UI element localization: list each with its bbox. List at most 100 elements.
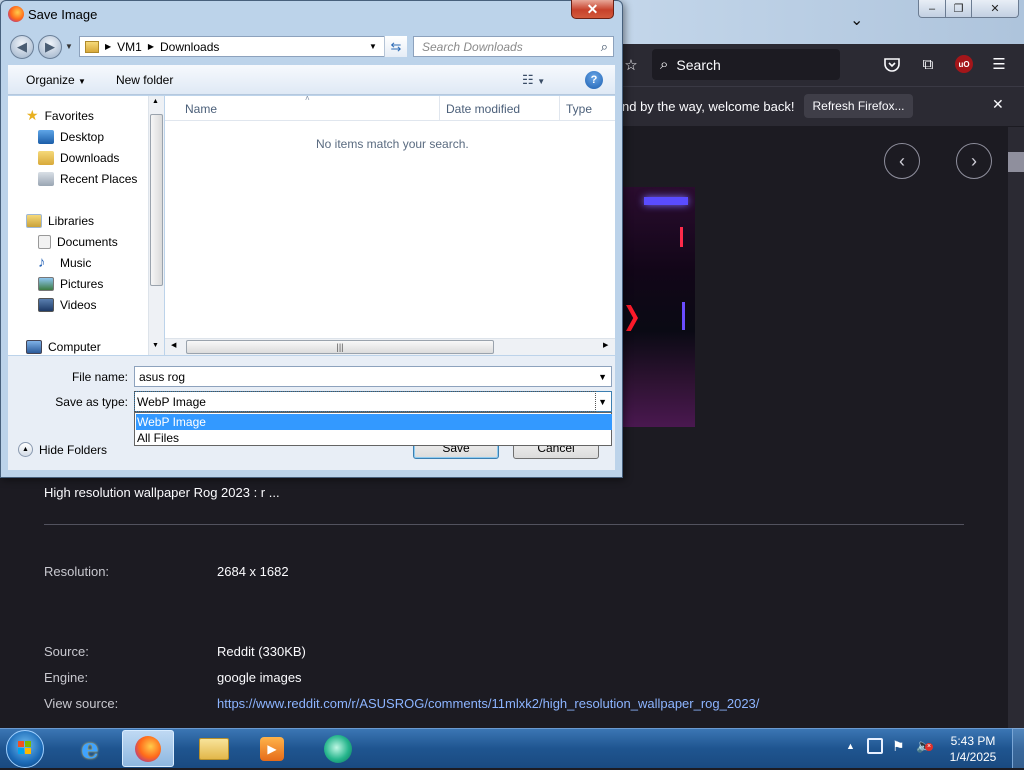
- notification-close-icon[interactable]: ✕: [992, 96, 1004, 113]
- pictures-icon: [38, 276, 54, 291]
- image-preview[interactable]: [620, 187, 695, 427]
- type-option-all-files[interactable]: All Files: [136, 430, 612, 446]
- clock[interactable]: 5:43 PM 1/4/2025: [936, 733, 1010, 765]
- file-name-input[interactable]: asus rog ▼: [134, 366, 612, 387]
- start-button[interactable]: [6, 730, 44, 768]
- page-scroll-thumb[interactable]: [1008, 152, 1024, 172]
- nav-desktop-label: Desktop: [60, 129, 105, 144]
- address-dropdown-icon[interactable]: ▼: [369, 42, 377, 51]
- back-button[interactable]: ◀: [10, 35, 34, 59]
- recent-locations-dropdown[interactable]: ▼: [65, 42, 73, 51]
- nav-desktop[interactable]: Desktop: [38, 126, 104, 147]
- sort-indicator-icon: ˄: [305, 94, 310, 103]
- prev-image-button[interactable]: ‹: [884, 143, 920, 179]
- extensions-icon[interactable]: ⧉: [919, 55, 937, 73]
- nav-recent-places[interactable]: Recent Places: [38, 168, 137, 189]
- view-options-icon[interactable]: ☷ ▼: [522, 72, 545, 88]
- file-list-pane[interactable]: [165, 96, 615, 355]
- address-bar[interactable]: ▶ VM1 ▶ Downloads ▼: [79, 36, 407, 57]
- column-divider[interactable]: [439, 96, 440, 120]
- nav-computer-label: Computer: [48, 339, 101, 354]
- computer-icon: [26, 339, 42, 354]
- refresh-icon[interactable]: ⇆: [384, 36, 407, 57]
- organize-button[interactable]: Organize ▼: [26, 73, 86, 87]
- breadcrumb-downloads[interactable]: Downloads: [160, 40, 219, 54]
- nav-documents-label: Documents: [57, 234, 118, 249]
- search-downloads-input[interactable]: Search Downloads ⌕: [413, 36, 614, 57]
- hide-folders-button[interactable]: ▲ Hide Folders: [18, 442, 107, 457]
- scroll-up-icon[interactable]: ▲: [152, 98, 159, 105]
- folder-icon: [85, 40, 99, 53]
- action-center-flag-icon[interactable]: ⚑: [892, 738, 905, 755]
- nav-documents[interactable]: Documents: [38, 231, 118, 252]
- nav-pictures[interactable]: Pictures: [38, 273, 103, 294]
- engine-label: Engine:: [44, 670, 89, 685]
- save-as-type-dropdown-icon[interactable]: ▼: [598, 392, 607, 411]
- file-name-label: File name:: [71, 370, 128, 384]
- scroll-left-icon[interactable]: ◀: [171, 341, 176, 349]
- nav-downloads-label: Downloads: [60, 150, 120, 165]
- refresh-firefox-button[interactable]: Refresh Firefox...: [804, 94, 913, 118]
- breadcrumb-vm1[interactable]: VM1: [117, 40, 142, 54]
- navigation-scroll-thumb[interactable]: [150, 114, 163, 286]
- nav-recent-places-label: Recent Places: [60, 171, 138, 186]
- breadcrumb-separator-icon[interactable]: ▶: [105, 42, 111, 51]
- app-icon[interactable]: [312, 730, 364, 767]
- show-hidden-icons-icon[interactable]: ▲: [846, 741, 855, 751]
- column-name[interactable]: Name: [185, 102, 217, 116]
- new-folder-button[interactable]: New folder: [116, 73, 173, 87]
- column-type[interactable]: Type: [566, 102, 592, 116]
- file-name-dropdown-icon[interactable]: ▼: [598, 367, 607, 386]
- nav-music[interactable]: ♪ Music: [38, 252, 91, 273]
- view-source-link[interactable]: https://www.reddit.com/r/ASUSROG/comment…: [217, 696, 759, 711]
- type-option-webp[interactable]: WebP Image: [136, 414, 612, 430]
- navigation-pane: ★ Favorites Desktop Downloads Recent Pla…: [8, 96, 164, 355]
- internet-explorer-icon[interactable]: e: [64, 730, 116, 767]
- help-icon[interactable]: ?: [585, 70, 603, 89]
- firefox-taskbar-icon[interactable]: [122, 730, 174, 767]
- videos-icon: [38, 297, 54, 312]
- scroll-right-icon[interactable]: ▶: [603, 341, 608, 349]
- next-image-button[interactable]: ›: [956, 143, 992, 179]
- nav-videos[interactable]: Videos: [38, 294, 96, 315]
- menu-hamburger-icon[interactable]: ☰: [990, 55, 1008, 73]
- search-icon: ⌕: [600, 38, 608, 54]
- resolution-value: 2684 x 1682: [217, 564, 289, 579]
- image-title[interactable]: High resolution wallpaper Rog 2023 : r .…: [44, 485, 280, 500]
- breadcrumb-separator-icon[interactable]: ▶: [148, 42, 154, 51]
- nav-pictures-label: Pictures: [60, 276, 104, 291]
- horizontal-scroll-thumb[interactable]: |||: [186, 340, 494, 354]
- dialog-close-button[interactable]: ✕: [571, 0, 614, 19]
- file-explorer-icon[interactable]: [188, 730, 240, 767]
- page-scrollbar[interactable]: [1008, 127, 1024, 728]
- column-header: Name ˄ Date modified Type: [165, 94, 615, 121]
- ublock-icon[interactable]: uO: [955, 55, 973, 73]
- file-name-value: asus rog: [139, 369, 186, 384]
- pocket-icon[interactable]: [883, 55, 901, 73]
- star-icon: ★: [26, 107, 39, 123]
- show-desktop-button[interactable]: [1012, 728, 1024, 768]
- nav-downloads[interactable]: Downloads: [38, 147, 119, 168]
- resolution-label: Resolution:: [44, 564, 110, 579]
- nav-libraries-label: Libraries: [48, 213, 95, 228]
- column-date-modified[interactable]: Date modified: [446, 102, 520, 116]
- media-player-icon[interactable]: ▶: [246, 730, 298, 767]
- list-all-tabs-chevron-icon[interactable]: ⌄: [850, 10, 863, 30]
- bookmark-star-icon[interactable]: ☆: [622, 56, 640, 74]
- firefox-search-box[interactable]: ⌕ Search: [652, 49, 840, 80]
- network-icon[interactable]: [867, 738, 883, 754]
- nav-music-label: Music: [60, 255, 92, 270]
- volume-muted-icon[interactable]: 🔈×: [916, 738, 933, 754]
- forward-button[interactable]: ▶: [38, 35, 62, 59]
- nav-libraries[interactable]: Libraries: [26, 210, 94, 231]
- nav-favorites[interactable]: ★ Favorites: [26, 105, 94, 126]
- navigation-pane-scrollbar[interactable]: ▲ ▼: [148, 96, 164, 355]
- nav-computer[interactable]: Computer: [26, 336, 101, 357]
- minimize-button[interactable]: –: [918, 0, 946, 18]
- maximize-button[interactable]: ❐: [945, 0, 972, 18]
- scroll-down-icon[interactable]: ▼: [152, 342, 159, 349]
- window-close-button[interactable]: ✕: [971, 0, 1019, 18]
- save-as-type-label: Save as type:: [55, 395, 128, 409]
- music-icon: ♪: [38, 254, 46, 271]
- column-divider[interactable]: [559, 96, 560, 120]
